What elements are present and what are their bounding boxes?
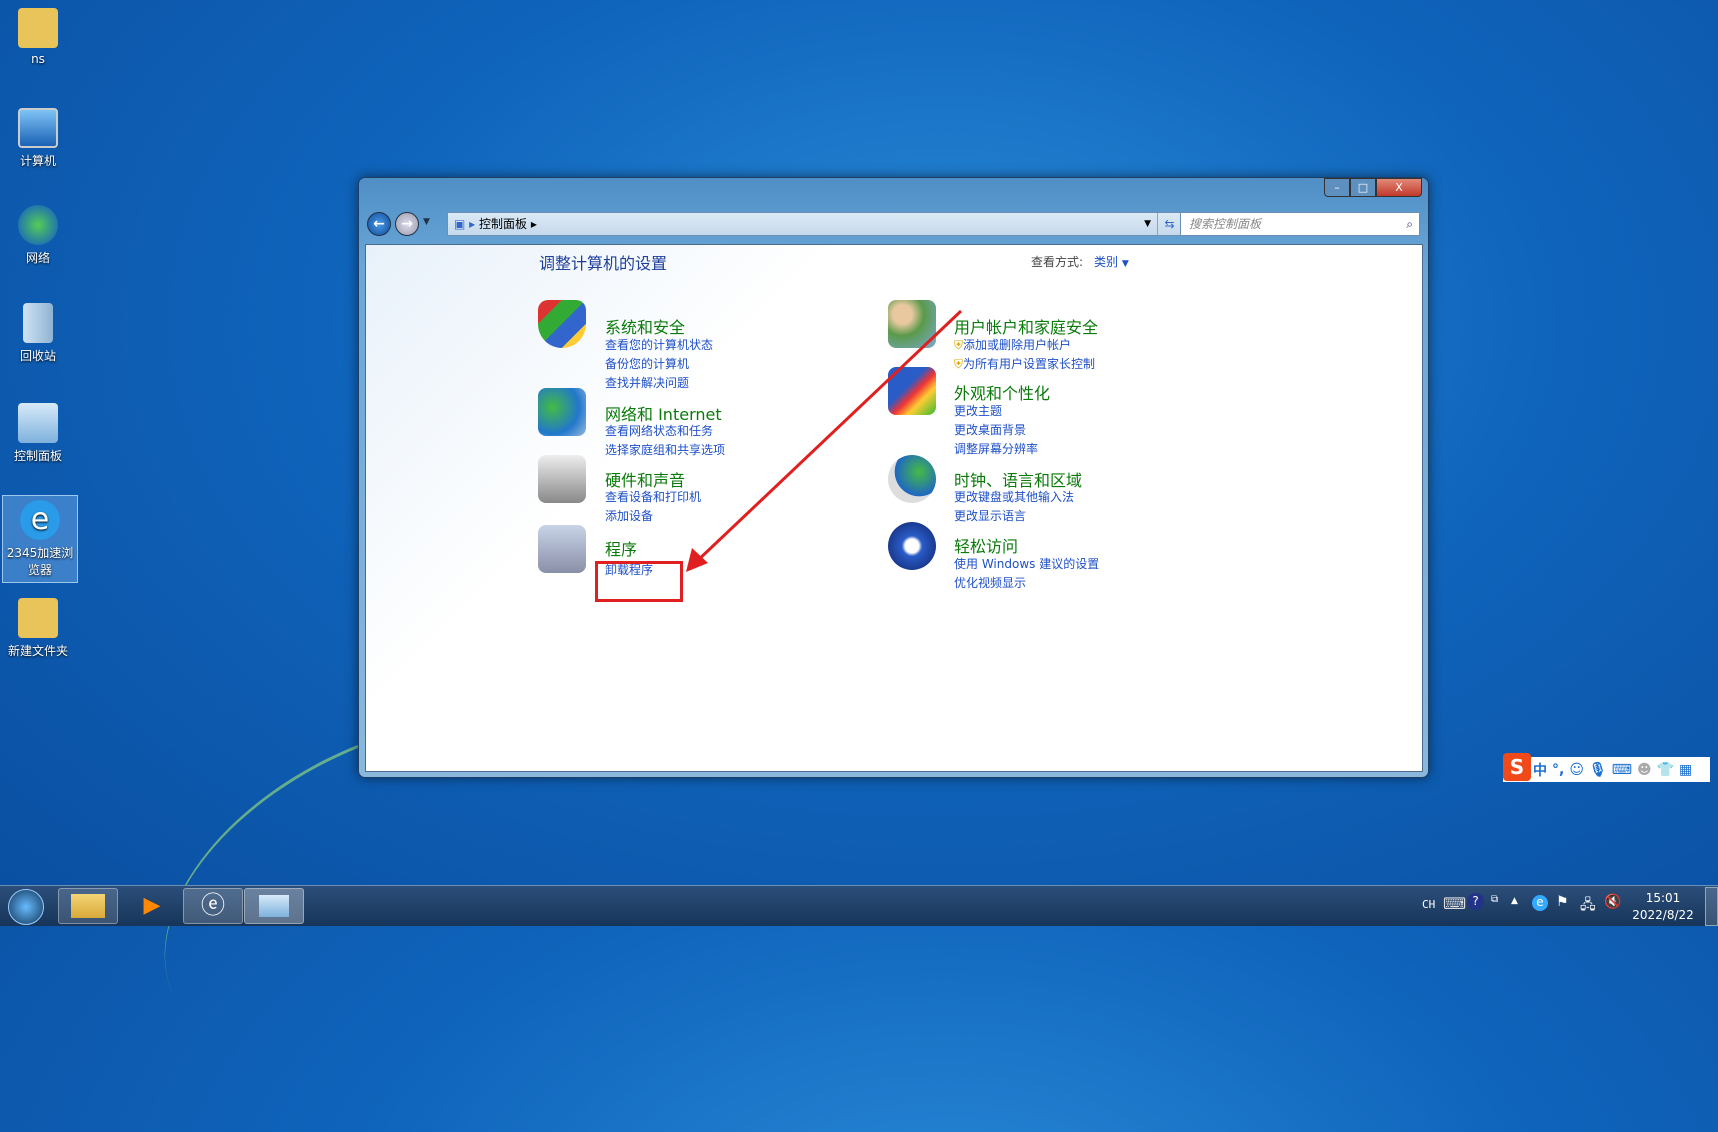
emoji-icon[interactable]: ☺ <box>1569 762 1584 778</box>
annotation-arrow <box>686 309 963 572</box>
keyboard-tray-icon[interactable]: ⌨ <box>1443 894 1466 913</box>
taskbar-2345-browser[interactable]: ⓔ <box>183 888 243 924</box>
network-tray-icon[interactable]: 🖧 <box>1580 894 1596 918</box>
volume-muted-icon[interactable]: 🔇 <box>1604 894 1621 910</box>
help-icon[interactable]: ? <box>1467 893 1484 910</box>
clock-date: 2022/8/22 <box>1632 908 1694 922</box>
browser-tray-icon[interactable]: e <box>1532 895 1548 911</box>
ime-punctuation-toggle[interactable]: °, <box>1552 762 1564 778</box>
clock-time: 15:01 <box>1645 891 1681 905</box>
taskbar-media-player[interactable]: ▶ <box>122 888 182 924</box>
keyboard-icon[interactable]: ⌨ <box>1612 762 1632 778</box>
toolbox-grid-icon[interactable]: ▦ <box>1679 762 1692 778</box>
sogou-logo-icon[interactable]: S <box>1503 753 1531 781</box>
show-desktop-button[interactable] <box>1705 887 1718 926</box>
microphone-icon[interactable]: 🎙 <box>1589 762 1607 778</box>
ime-options-icon[interactable]: ⧉ <box>1491 894 1498 905</box>
taskbar-control-panel[interactable] <box>244 888 304 924</box>
ime-toolbar: S 中 °, ☺ 🎙 ⌨ ☻ 👕 ▦ <box>1503 753 1710 782</box>
clock[interactable]: 15:01 2022/8/22 <box>1628 890 1698 924</box>
skin-shirt-icon[interactable]: 👕 <box>1657 762 1674 778</box>
taskbar: ▶ ⓔ CH ⌨ ? ⧉ ▲ e ⚑ 🖧 🔇 15:01 2022/8/22 <box>0 885 1718 926</box>
taskbar-explorer[interactable] <box>58 888 118 924</box>
start-button[interactable] <box>8 889 44 925</box>
show-hidden-icons[interactable]: ▲ <box>1511 896 1518 906</box>
user-icon[interactable]: ☻ <box>1637 762 1652 778</box>
language-indicator[interactable]: CH <box>1422 898 1435 911</box>
ime-mode-toggle[interactable]: 中 <box>1533 760 1547 780</box>
action-center-flag-icon[interactable]: ⚑ <box>1556 894 1569 910</box>
